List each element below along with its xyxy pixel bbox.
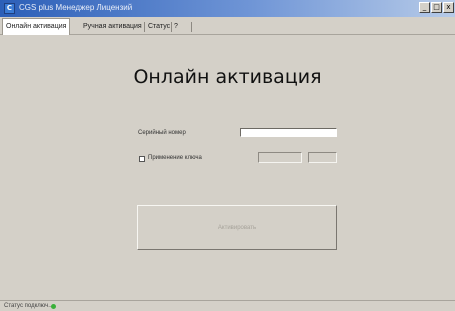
serial-number-label: Серийный номер: [138, 130, 186, 136]
activate-button-label: Активировать: [217, 224, 257, 231]
key-field-1[interactable]: [258, 152, 302, 163]
minimize-button[interactable]: _: [419, 2, 430, 13]
serial-number-input[interactable]: [240, 128, 337, 137]
page-title: Онлайн активация: [133, 66, 322, 88]
tab-online-activation[interactable]: Онлайн активация: [2, 18, 71, 35]
close-button[interactable]: x: [443, 2, 454, 13]
tab-help[interactable]: ?: [171, 20, 181, 33]
app-icon: C: [4, 3, 15, 14]
tab-manual-activation[interactable]: Ручная активация: [80, 20, 145, 33]
status-indicator-icon: [51, 304, 56, 309]
tab-status[interactable]: Статус: [145, 20, 173, 33]
apply-key-label: Применение ключа: [148, 155, 202, 161]
title-bar: C CGS plus Менеджер Лицензий _ □ x: [0, 0, 455, 17]
status-text: Статус подключ...: [4, 303, 54, 309]
key-field-2[interactable]: [308, 152, 337, 163]
activate-button[interactable]: Активировать: [137, 205, 337, 250]
apply-key-checkbox[interactable]: [139, 156, 145, 162]
window-title: CGS plus Менеджер Лицензий: [19, 3, 133, 12]
maximize-button[interactable]: □: [431, 2, 442, 13]
tab-bar: Онлайн активация Ручная активация Статус…: [0, 17, 455, 35]
tab-separator: [191, 22, 192, 32]
status-bar: Статус подключ...: [0, 300, 455, 311]
